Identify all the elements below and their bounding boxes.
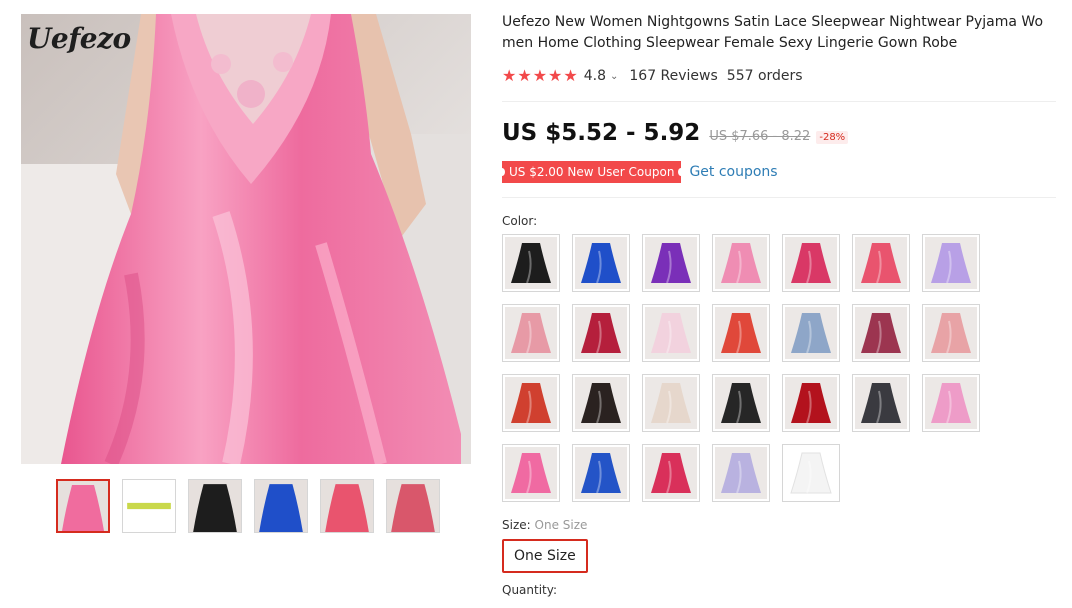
color-swatch-charcoal[interactable] bbox=[852, 374, 910, 432]
swatch-image bbox=[645, 307, 697, 359]
main-image-art bbox=[21, 14, 471, 464]
swatch-image bbox=[855, 307, 907, 359]
star-icon: ★ bbox=[548, 66, 563, 85]
swatch-image bbox=[505, 307, 557, 359]
thumbnail-5[interactable] bbox=[320, 479, 374, 533]
product-title: Uefezo New Women Nightgowns Satin Lace S… bbox=[502, 14, 1044, 51]
divider bbox=[502, 101, 1056, 102]
color-swatch-pink-slip[interactable] bbox=[922, 374, 980, 432]
swatch-image bbox=[925, 377, 977, 429]
price-row: US $5.52 - 5.92 US $7.66 - 8.22 -28% bbox=[502, 120, 1056, 150]
color-swatch-lilac[interactable] bbox=[712, 444, 770, 502]
star-icon: ★ bbox=[532, 66, 548, 85]
swatch-image bbox=[715, 447, 767, 499]
swatch-image bbox=[575, 447, 627, 499]
color-swatch-champagne[interactable] bbox=[642, 374, 700, 432]
color-swatch-rose-satin[interactable] bbox=[642, 444, 700, 502]
swatch-image bbox=[715, 307, 767, 359]
star-icon: ★ bbox=[563, 66, 578, 85]
brand-logo: Uefezo bbox=[27, 22, 131, 55]
product-info: Uefezo New Women Nightgowns Satin Lace S… bbox=[498, 12, 1056, 597]
swatch-image bbox=[855, 237, 907, 289]
swatch-image bbox=[505, 447, 557, 499]
size-label: Size: One Size bbox=[502, 518, 1056, 532]
swatch-image bbox=[575, 377, 627, 429]
main-product-image[interactable]: Uefezo bbox=[21, 14, 471, 464]
thumbnail-6[interactable] bbox=[386, 479, 440, 533]
thumbnail-1[interactable] bbox=[56, 479, 110, 533]
color-swatch-blue-satin[interactable] bbox=[572, 444, 630, 502]
size-label-text: Size: bbox=[502, 518, 531, 532]
swatch-image bbox=[505, 237, 557, 289]
color-swatch-watermelon[interactable] bbox=[852, 234, 910, 292]
rating-stars: ★ ★ ★ ★ ★ bbox=[502, 68, 578, 84]
star-icon: ★ bbox=[517, 66, 532, 85]
swatch-image bbox=[645, 447, 697, 499]
color-swatch-coral-red[interactable] bbox=[712, 304, 770, 362]
size-selected-value: One Size bbox=[534, 518, 588, 532]
swatch-image bbox=[505, 377, 557, 429]
swatch-image bbox=[785, 307, 837, 359]
current-price: US $5.52 - 5.92 bbox=[502, 120, 701, 146]
color-swatch-black-slip[interactable] bbox=[712, 374, 770, 432]
coupon-row: US $2.00 New User Coupon Get coupons bbox=[498, 160, 1056, 184]
color-swatch-black-lace[interactable] bbox=[572, 374, 630, 432]
orders-count: 557 orders bbox=[726, 68, 803, 84]
swatch-image bbox=[645, 237, 697, 289]
color-swatch-white[interactable] bbox=[782, 444, 840, 502]
star-icon: ★ bbox=[502, 66, 517, 85]
discount-badge: -28% bbox=[816, 131, 849, 144]
color-swatch-hot-pink[interactable] bbox=[502, 444, 560, 502]
color-swatch-dusty-pink[interactable] bbox=[502, 304, 560, 362]
color-swatch-royal-blue[interactable] bbox=[572, 234, 630, 292]
color-label: Color: bbox=[502, 214, 538, 228]
divider bbox=[502, 197, 1056, 198]
color-swatch-rose-red[interactable] bbox=[782, 234, 840, 292]
swatch-image bbox=[575, 237, 627, 289]
get-coupons-link[interactable]: Get coupons bbox=[689, 164, 777, 180]
color-swatch-purple[interactable] bbox=[642, 234, 700, 292]
size-option-one-size[interactable]: One Size bbox=[502, 539, 588, 573]
thumbnail-4[interactable] bbox=[254, 479, 308, 533]
swatch-image bbox=[785, 377, 837, 429]
swatch-image bbox=[645, 377, 697, 429]
color-swatch-grid bbox=[502, 234, 1056, 502]
quantity-label: Quantity: bbox=[502, 583, 558, 597]
color-swatch-nude-pink[interactable] bbox=[922, 304, 980, 362]
swatch-image bbox=[715, 237, 767, 289]
swatch-image bbox=[785, 447, 837, 499]
new-user-coupon-badge[interactable]: US $2.00 New User Coupon bbox=[498, 161, 685, 183]
reviews-link[interactable]: 167 Reviews bbox=[629, 68, 717, 84]
color-swatch-lavender[interactable] bbox=[922, 234, 980, 292]
swatch-image bbox=[925, 307, 977, 359]
color-swatch-red-slip[interactable] bbox=[782, 374, 840, 432]
rating-row: ★ ★ ★ ★ ★ 4.8 ⌄ 167 Reviews 557 orders bbox=[502, 65, 1056, 87]
original-price: US $7.66 - 8.22 bbox=[709, 129, 811, 144]
color-swatch-wine-red[interactable] bbox=[572, 304, 630, 362]
color-swatch-black[interactable] bbox=[502, 234, 560, 292]
color-swatch-burgundy-lace[interactable] bbox=[852, 304, 910, 362]
color-swatch-grey-blue[interactable] bbox=[782, 304, 840, 362]
swatch-image bbox=[855, 377, 907, 429]
thumbnail-3[interactable] bbox=[188, 479, 242, 533]
color-swatch-pale-pink[interactable] bbox=[642, 304, 700, 362]
chevron-down-icon[interactable]: ⌄ bbox=[610, 71, 618, 82]
rating-value[interactable]: 4.8 bbox=[584, 68, 606, 84]
swatch-image bbox=[575, 307, 627, 359]
thumbnail-strip bbox=[56, 479, 440, 533]
swatch-image bbox=[715, 377, 767, 429]
swatch-image bbox=[785, 237, 837, 289]
color-swatch-red-chemise[interactable] bbox=[502, 374, 560, 432]
swatch-image bbox=[925, 237, 977, 289]
color-swatch-light-pink[interactable] bbox=[712, 234, 770, 292]
thumbnail-2[interactable] bbox=[122, 479, 176, 533]
